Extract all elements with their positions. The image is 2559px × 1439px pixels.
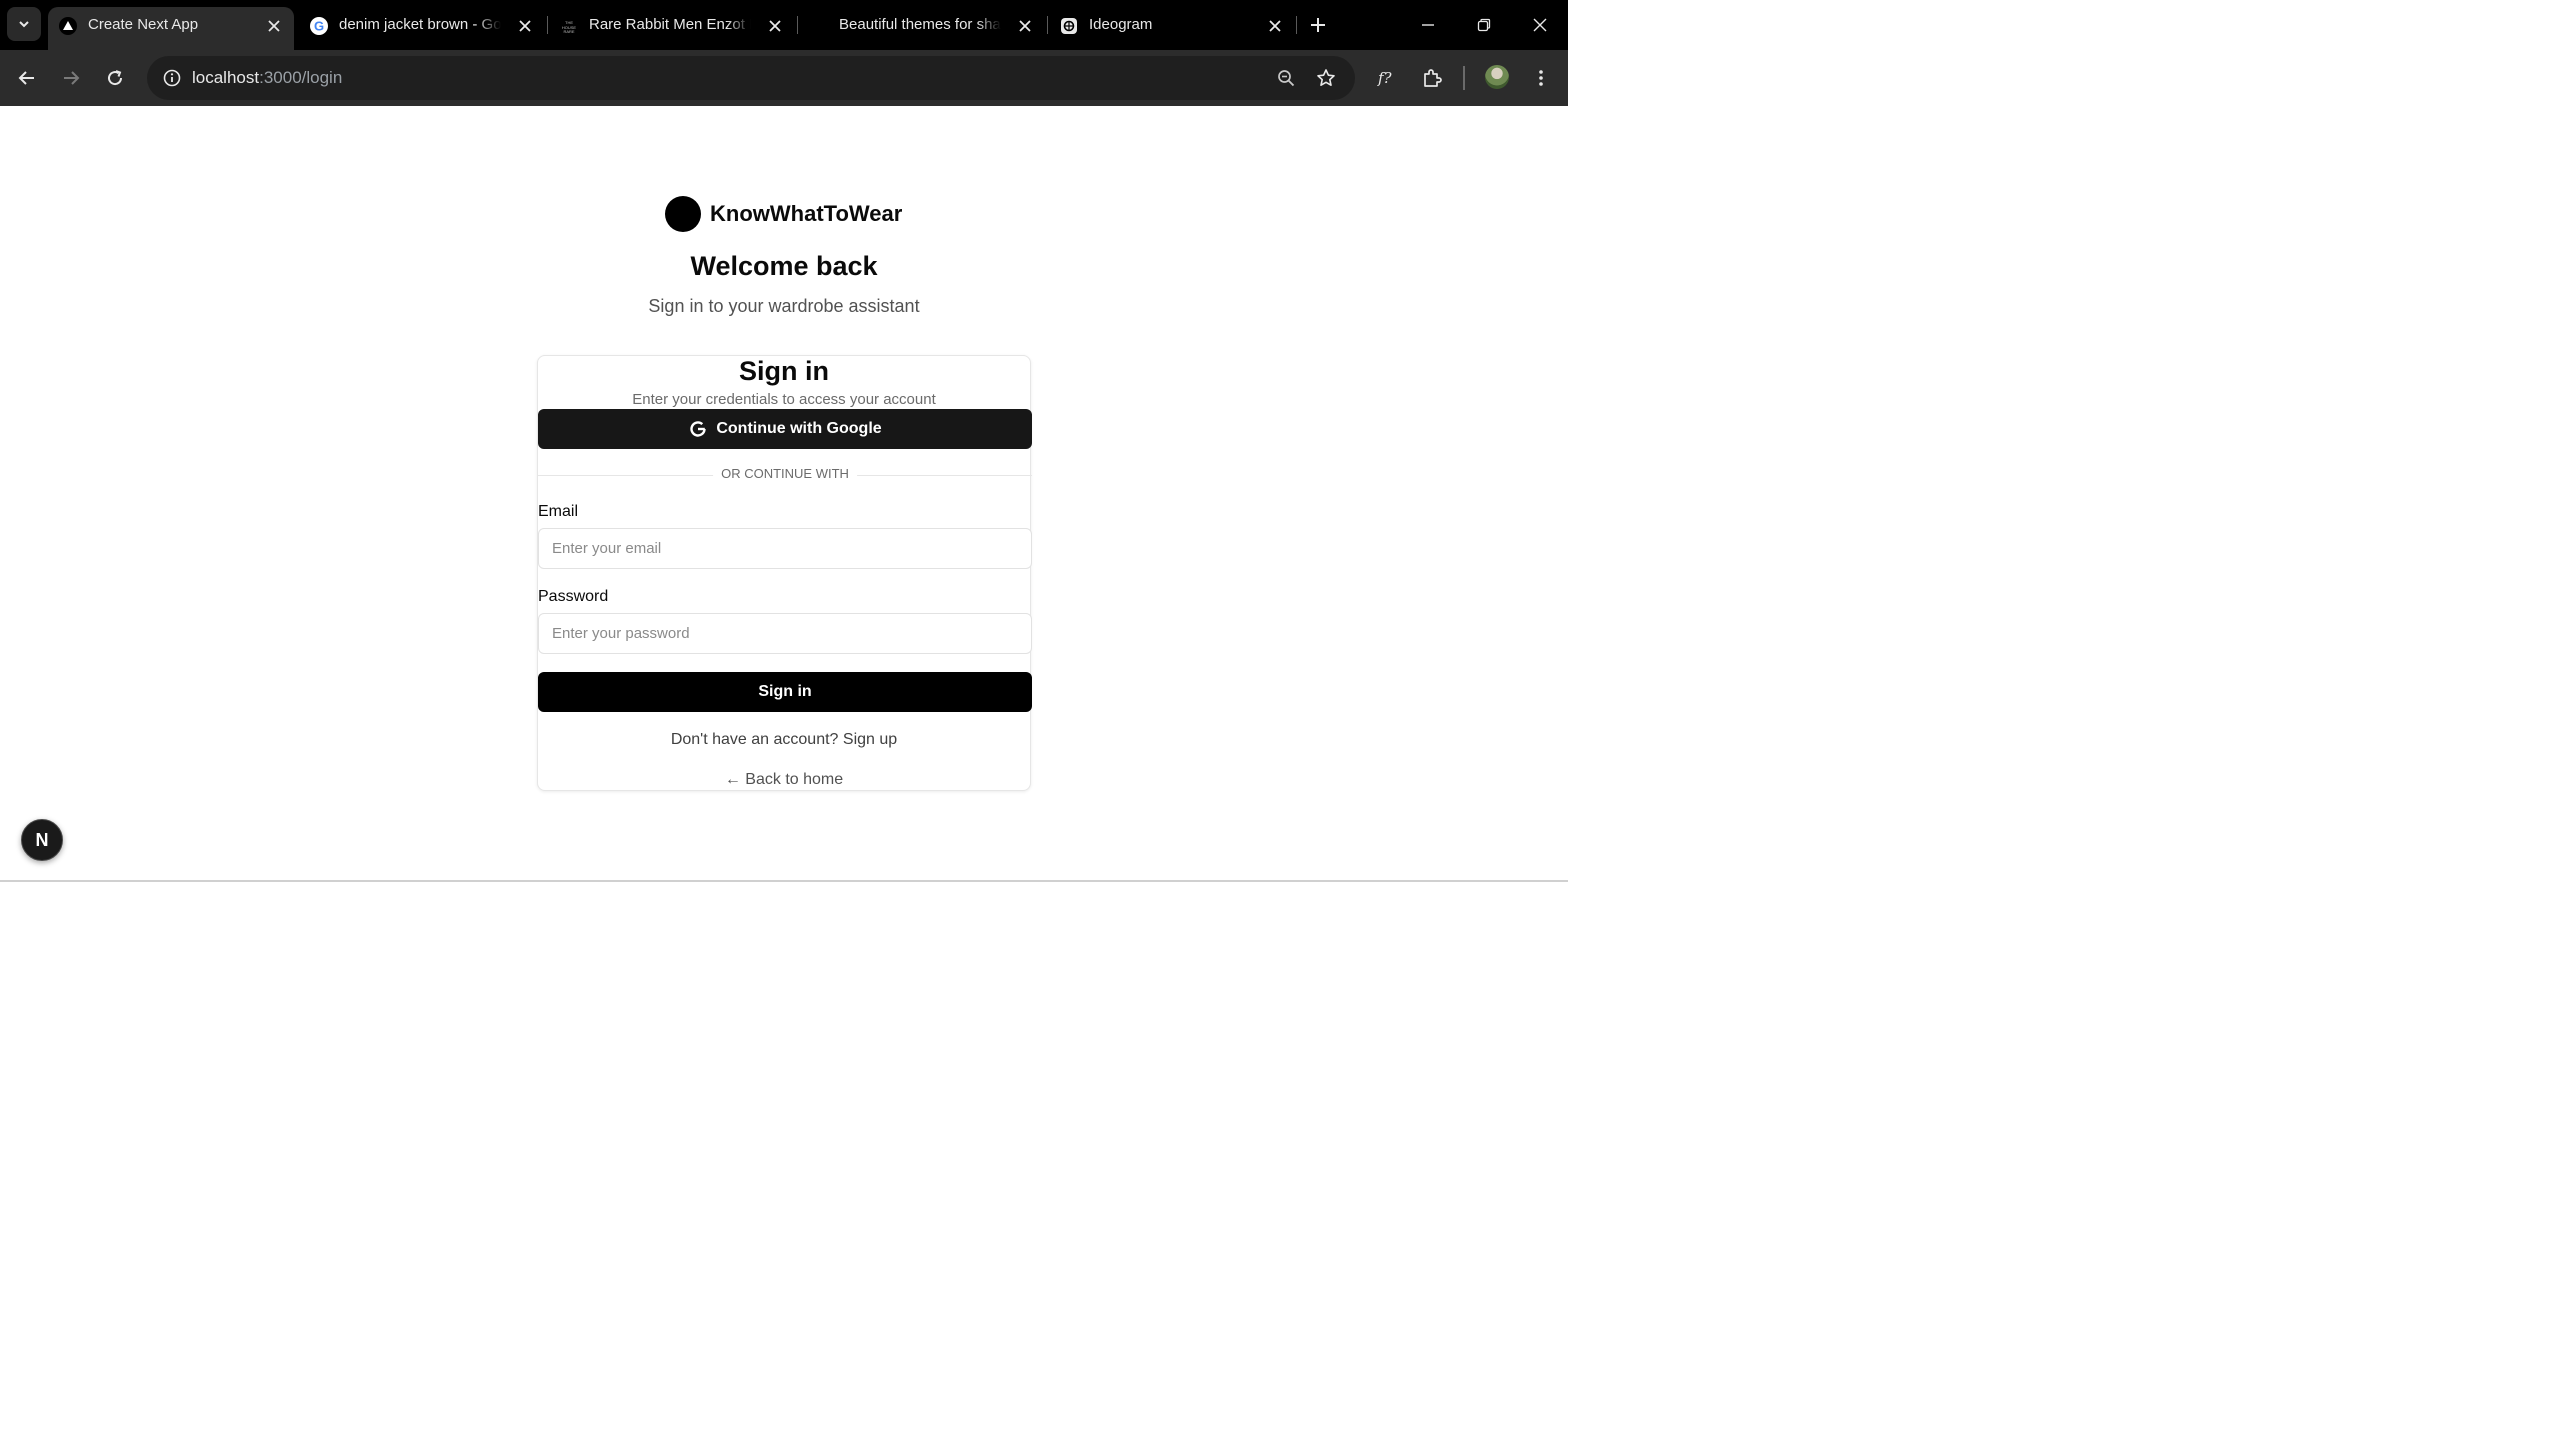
tab-rare-rabbit[interactable]: THE HOUSE RARE Rare Rabbit Men Enzot B <box>549 7 795 50</box>
zoom-icon[interactable] <box>1270 62 1302 94</box>
svg-text:RARE: RARE <box>563 29 574 34</box>
url-host: localhost <box>192 68 260 87</box>
password-label: Password <box>538 588 609 605</box>
back-to-home-link[interactable]: ← Back to home <box>538 771 1030 789</box>
brand-name: KnowWhatToWear <box>710 201 903 226</box>
chevron-down-icon <box>19 21 29 28</box>
google-g-icon: G <box>310 17 328 35</box>
tab-separator <box>1296 16 1297 34</box>
tab-shadcn-themes[interactable]: Beautiful themes for sha <box>799 7 1045 50</box>
url-text[interactable]: localhost:3000/login <box>192 68 342 88</box>
restore-button[interactable] <box>1469 10 1499 40</box>
plus-icon <box>1311 18 1325 32</box>
close-icon[interactable] <box>1015 16 1035 36</box>
close-icon <box>1533 18 1547 32</box>
extensions-button[interactable] <box>1416 62 1448 94</box>
function-extension-button[interactable]: f? <box>1371 62 1403 94</box>
close-window-button[interactable] <box>1525 10 1555 40</box>
url-path: :3000/login <box>259 68 343 87</box>
more-vertical-icon <box>1539 70 1543 86</box>
browser-menu-button[interactable] <box>1525 62 1557 94</box>
bookmark-star-icon[interactable] <box>1310 62 1342 94</box>
next-logo-icon: N <box>35 829 49 850</box>
login-page: KnowWhatToWear Welcome back Sign in to y… <box>0 106 1568 882</box>
tab-title: Ideogram <box>1089 16 1153 33</box>
close-icon[interactable] <box>515 16 535 36</box>
close-icon[interactable] <box>264 16 284 36</box>
divider-text: OR CONTINUE WITH <box>713 466 857 481</box>
email-label: Email <box>538 503 579 520</box>
tab-create-next-app[interactable]: Create Next App <box>48 7 294 50</box>
brand: KnowWhatToWear <box>665 196 902 232</box>
arrow-left-icon <box>18 71 34 85</box>
tab-search-button[interactable] <box>7 7 41 41</box>
site-info-icon[interactable] <box>156 62 188 94</box>
function-icon: f? <box>1377 69 1393 87</box>
back-button[interactable] <box>11 62 43 94</box>
tab-title: Rare Rabbit Men Enzot B <box>589 16 751 33</box>
window-bottom-edge <box>0 880 1568 882</box>
sign-in-button-label: Sign in <box>758 683 812 700</box>
page-title: Welcome back <box>690 251 878 281</box>
sign-in-card: Sign in Enter your credentials to access… <box>537 355 1032 791</box>
vercel-triangle-icon <box>59 17 77 35</box>
tab-separator <box>797 16 798 34</box>
page-subtitle: Sign in to your wardrobe assistant <box>648 296 920 316</box>
tab-strip: Create Next App G denim jacket brown - G… <box>0 0 1568 50</box>
tab-title: Create Next App <box>88 16 199 33</box>
divider: OR CONTINUE WITH <box>538 466 1032 484</box>
brand-logo <box>665 196 701 232</box>
tab-title: denim jacket brown - Go <box>339 16 501 33</box>
restore-icon <box>1477 18 1491 32</box>
svg-text:f?: f? <box>1377 69 1393 87</box>
sign-up-link[interactable]: Don't have an account? Sign up <box>538 731 1030 749</box>
ideogram-icon <box>1060 17 1078 35</box>
tab-separator <box>547 16 548 34</box>
browser-toolbar: localhost:3000/login f? <box>0 50 1568 106</box>
new-tab-button[interactable] <box>1304 11 1332 39</box>
reload-icon <box>108 70 123 86</box>
address-bar[interactable]: localhost:3000/login <box>147 56 1355 100</box>
tab-separator <box>1047 16 1048 34</box>
continue-with-google-button[interactable]: Continue with Google <box>538 409 1032 449</box>
password-field[interactable] <box>538 613 1032 654</box>
minimize-button[interactable] <box>1413 10 1443 40</box>
close-icon[interactable] <box>765 16 785 36</box>
minimize-icon <box>1422 24 1434 26</box>
sign-in-button[interactable]: Sign in <box>538 672 1032 712</box>
card-description: Enter your credentials to access your ac… <box>632 391 936 408</box>
house-of-rare-icon: THE HOUSE RARE <box>560 17 578 35</box>
svg-text:G: G <box>314 19 324 34</box>
arrow-right-icon <box>64 71 80 85</box>
google-g-icon <box>688 419 708 439</box>
close-icon[interactable] <box>1265 16 1285 36</box>
forward-button[interactable] <box>55 62 87 94</box>
tab-ideogram[interactable]: Ideogram <box>1049 7 1295 50</box>
tab-denim-jacket-search[interactable]: G denim jacket brown - Go <box>299 7 545 50</box>
tab-title: Beautiful themes for sha <box>839 16 1001 33</box>
google-button-label: Continue with Google <box>716 420 882 437</box>
next-dev-tools-button[interactable]: N <box>21 819 63 861</box>
card-title: Sign in <box>739 356 829 386</box>
toolbar-divider <box>1463 66 1465 90</box>
profile-avatar[interactable] <box>1485 65 1509 89</box>
puzzle-icon <box>1424 69 1442 87</box>
email-field[interactable] <box>538 528 1032 569</box>
reload-button[interactable] <box>99 62 131 94</box>
